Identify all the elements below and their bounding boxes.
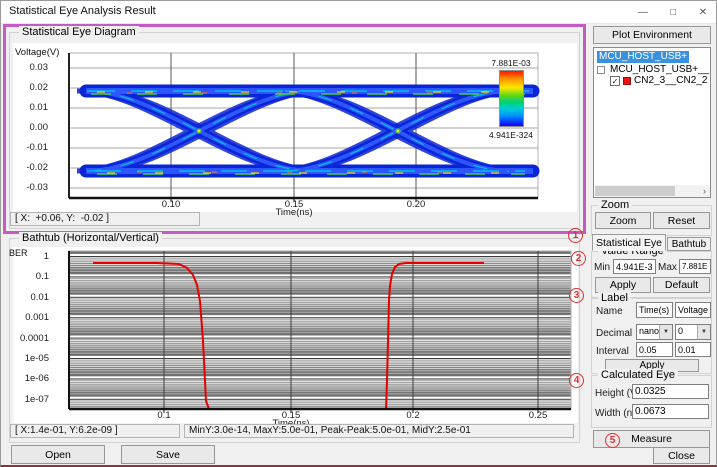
zoom-button[interactable]: Zoom bbox=[595, 212, 651, 229]
bathtub-gridlines bbox=[69, 251, 571, 409]
interval-label: Interval bbox=[596, 346, 629, 357]
tree-item-root[interactable]: MCU_HOST_USB+ bbox=[597, 51, 689, 63]
value-range-default-button[interactable]: Default bbox=[653, 277, 710, 293]
tree-item-leaf[interactable]: CN2_3__CN2_2 bbox=[634, 75, 707, 86]
eye-y-tick: -0.03 bbox=[9, 182, 48, 193]
window-title: Statistical Eye Analysis Result bbox=[9, 5, 156, 17]
bathtub-y-tick: 1e-06 bbox=[15, 373, 49, 384]
bathtub-y-tick: 0.0001 bbox=[15, 333, 49, 344]
bathtub-canvas[interactable] bbox=[67, 247, 577, 413]
bathtub-stats-status: MinY:3.0e-14, MaxY:5.0e-01, Peak-Peak:5.… bbox=[184, 424, 574, 438]
annotation-circle-1: 1 bbox=[568, 228, 583, 243]
close-icon[interactable]: ✕ bbox=[688, 1, 717, 23]
open-button[interactable]: Open bbox=[11, 445, 105, 464]
eye-y-tick: 0.03 bbox=[9, 62, 48, 73]
min-label: Min bbox=[594, 262, 610, 273]
close-button[interactable]: Close bbox=[653, 447, 710, 464]
annotation-circle-4: 4 bbox=[569, 373, 584, 388]
bathtub-y-tick: 1 bbox=[15, 251, 49, 262]
decimal-label: Decimal bbox=[596, 328, 632, 339]
calculated-eye-group bbox=[591, 375, 712, 428]
plot-environment-button[interactable]: Plot Environment bbox=[593, 26, 711, 44]
max-label: Max bbox=[658, 262, 677, 273]
bathtub-cursor-status: [ X:1.4e-01, Y:6.2e-09 ] bbox=[10, 424, 180, 438]
title-bar: Statistical Eye Analysis Result — □ ✕ bbox=[1, 1, 716, 24]
eye-height-value bbox=[632, 384, 709, 399]
name-label: Name bbox=[596, 306, 623, 317]
label-group-title: Label bbox=[598, 292, 631, 304]
eye-y-tick: -0.02 bbox=[9, 162, 48, 173]
reset-button[interactable]: Reset bbox=[653, 212, 710, 229]
bathtub-y-tick: 0.01 bbox=[15, 292, 49, 303]
eye-x-tick: 0.20 bbox=[396, 199, 436, 210]
eye-cursor-status: [ X: +0.06, Y: -0.02 ] bbox=[10, 212, 200, 226]
maximize-icon[interactable]: □ bbox=[658, 1, 688, 23]
chevron-down-icon[interactable]: ▼ bbox=[697, 325, 710, 339]
tree-hscrollbar[interactable]: › bbox=[595, 185, 711, 197]
bathtub-group-title: Bathtub (Horizontal/Vertical) bbox=[19, 232, 162, 244]
tree-expander-icon[interactable] bbox=[597, 66, 605, 74]
eye-y-tick: 0.01 bbox=[9, 102, 48, 113]
bathtub-y-tick: 1e-07 bbox=[15, 394, 49, 405]
annotation-circle-2: 2 bbox=[571, 251, 586, 266]
eye-diagram-group-title: Statistical Eye Diagram bbox=[19, 26, 139, 38]
interval-voltage-input[interactable] bbox=[675, 342, 711, 357]
calculated-eye-group-title: Calculated Eye bbox=[598, 369, 678, 381]
zoom-group-title: Zoom bbox=[598, 199, 632, 211]
colorbar-min-label: 4.941E-324 bbox=[469, 130, 553, 140]
chevron-down-icon[interactable]: ▼ bbox=[659, 325, 672, 339]
signal-tree[interactable]: MCU_HOST_USB+ MCU_HOST_USB+__MCU_HO ✓ CN… bbox=[593, 47, 711, 198]
statistical-eye-analysis-window: Statistical Eye Analysis Result — □ ✕ St… bbox=[0, 0, 717, 467]
bathtub-x-tick: 0.1 bbox=[144, 410, 184, 421]
decimal-time-value: nano bbox=[639, 326, 659, 336]
tree-item-child[interactable]: MCU_HOST_USB+__MCU_HO bbox=[610, 64, 711, 75]
save-button[interactable]: Save bbox=[121, 445, 215, 464]
value-range-apply-button[interactable]: Apply bbox=[595, 277, 651, 293]
bathtub-x-tick: 0.2 bbox=[393, 410, 433, 421]
decimal-time-select[interactable]: nano ▼ bbox=[636, 324, 673, 340]
eye-y-axis-label: Voltage(V) bbox=[15, 47, 59, 58]
eye-x-tick: 0.10 bbox=[151, 199, 191, 210]
annotation-circle-5: 5 bbox=[605, 433, 620, 448]
bathtub-y-tick: 0.1 bbox=[15, 271, 49, 282]
tree-color-swatch bbox=[623, 77, 631, 85]
min-value-input[interactable] bbox=[613, 259, 656, 274]
max-value-input[interactable] bbox=[679, 259, 711, 274]
colorbar bbox=[499, 70, 524, 127]
tab-bathtub[interactable]: Bathtub bbox=[667, 237, 711, 251]
bathtub-y-tick: 1e-05 bbox=[15, 353, 49, 364]
tab-statistical-eye[interactable]: Statistical Eye bbox=[592, 234, 666, 251]
annotation-circle-3: 3 bbox=[569, 288, 584, 303]
eye-diagram-canvas[interactable] bbox=[67, 49, 541, 203]
name-voltage-input[interactable] bbox=[675, 302, 711, 318]
eye-y-tick: 0.00 bbox=[9, 122, 48, 133]
tree-hscrollbar-thumb[interactable] bbox=[595, 186, 675, 196]
tree-checkbox-checked[interactable]: ✓ bbox=[610, 76, 620, 86]
scroll-right-icon[interactable]: › bbox=[698, 185, 711, 197]
eye-y-tick: 0.02 bbox=[9, 82, 48, 93]
colorbar-max-label: 7.881E-03 bbox=[471, 58, 551, 68]
eye-width-value bbox=[632, 404, 709, 419]
decimal-voltage-select[interactable]: 0 ▼ bbox=[675, 324, 711, 340]
eye-y-tick: -0.01 bbox=[9, 142, 48, 153]
minimize-icon[interactable]: — bbox=[628, 1, 658, 23]
bathtub-x-tick: 0.25 bbox=[518, 410, 558, 421]
decimal-voltage-value: 0 bbox=[678, 326, 683, 336]
interval-time-input[interactable] bbox=[636, 342, 673, 357]
eye-x-axis-label: Time(ns) bbox=[264, 207, 324, 218]
name-time-input[interactable] bbox=[636, 302, 673, 318]
bathtub-y-tick: 0.001 bbox=[15, 312, 49, 323]
